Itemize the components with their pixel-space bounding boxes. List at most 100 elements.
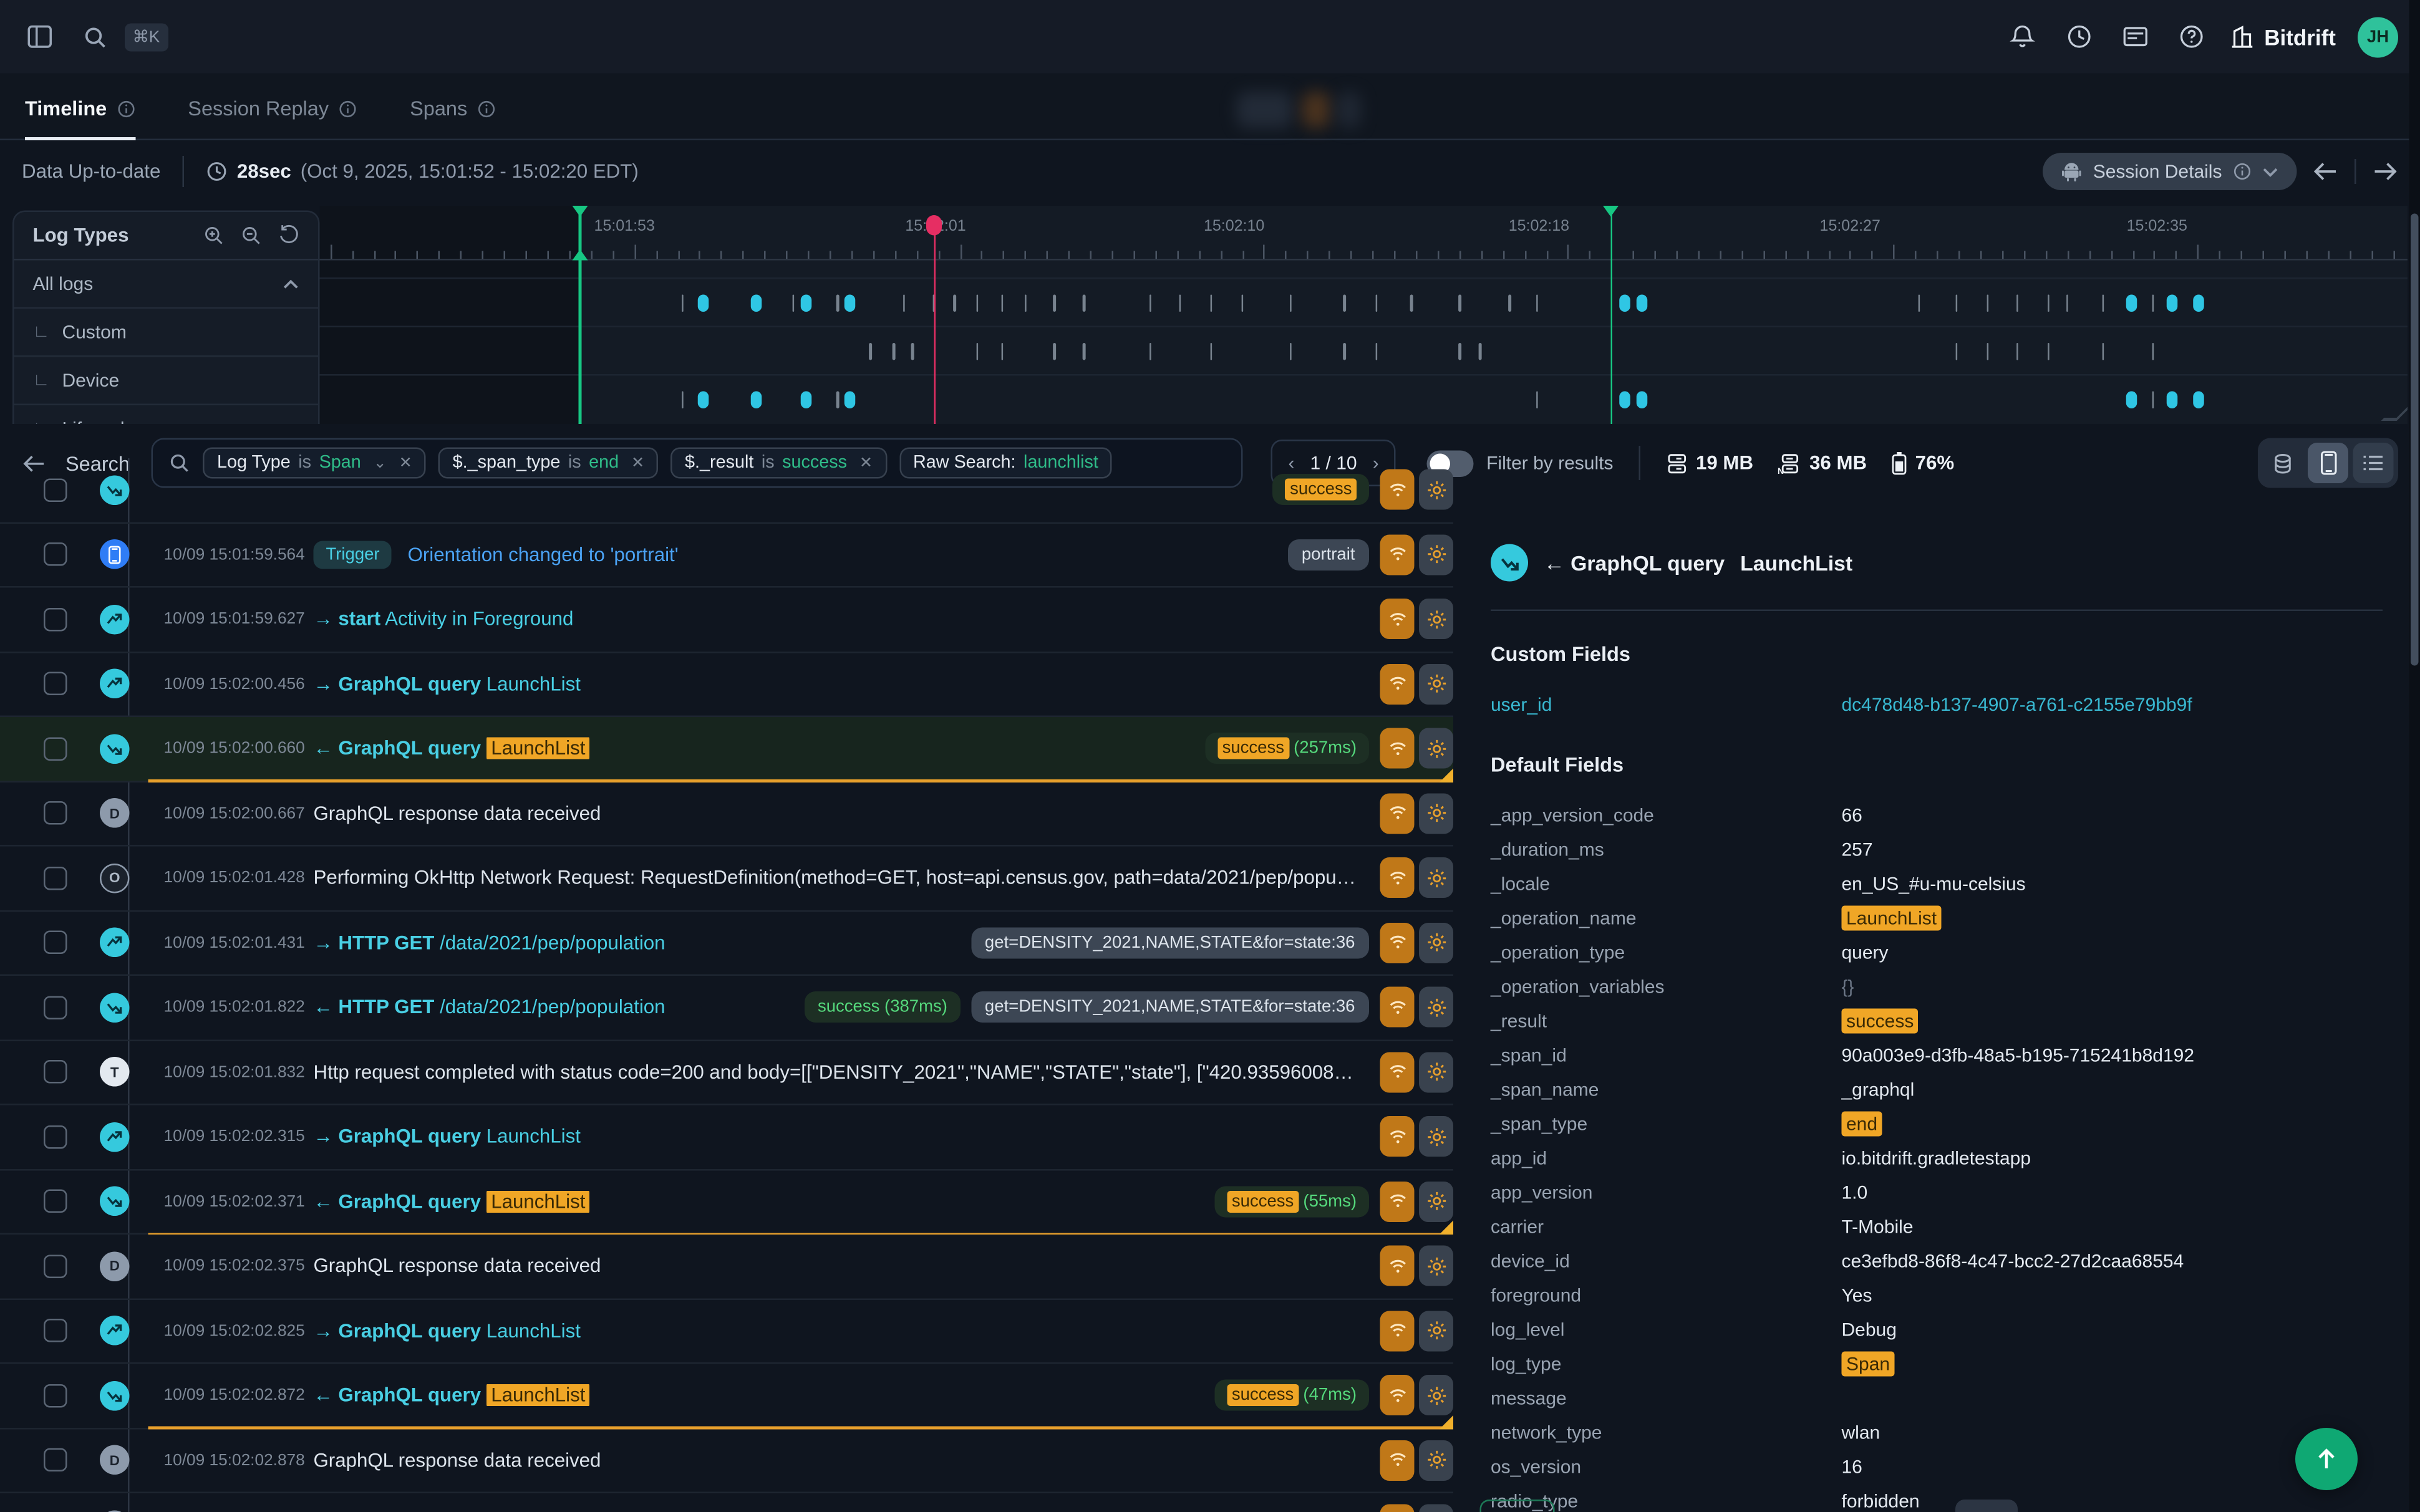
timeline-event-tick[interactable] <box>1375 295 1377 312</box>
timeline-event-tick[interactable] <box>2066 295 2068 312</box>
prev-session-arrow[interactable] <box>2313 161 2340 183</box>
log-type-item-lifecycle[interactable]: ∟Lifecycle <box>14 405 319 424</box>
row-settings-button[interactable] <box>1419 663 1453 704</box>
timeline-event-tick[interactable] <box>976 295 979 312</box>
timeline-event-tick[interactable] <box>1536 392 1538 409</box>
tab-session-replay[interactable]: Session Replay <box>188 97 357 139</box>
timeline-event-tick[interactable] <box>2152 343 2154 360</box>
detail-field-row[interactable]: _resultsuccess <box>1491 1004 2420 1038</box>
timeline-event-tick[interactable] <box>893 343 895 360</box>
row-checkbox[interactable] <box>44 1061 67 1084</box>
timeline-event-tick[interactable] <box>1987 295 1989 312</box>
timeline-event-tick[interactable] <box>2047 343 2050 360</box>
notifications-bell-icon[interactable] <box>2005 19 2040 54</box>
timeline-event-tick[interactable] <box>1955 295 1958 312</box>
timeline-canvas[interactable]: 15:01:5315:02:0115:02:1015:02:1815:02:27… <box>320 206 2408 424</box>
timeline-event-tick[interactable] <box>1001 295 1004 312</box>
timeline-event-dot[interactable] <box>1619 295 1630 312</box>
log-row[interactable]: O10/09 15:02:03.470Performing OkHttp Net… <box>0 1493 1453 1512</box>
row-settings-button[interactable] <box>1419 1052 1453 1092</box>
log-row[interactable]: success <box>0 458 1453 523</box>
row-checkbox[interactable] <box>44 478 67 502</box>
view-list-icon[interactable] <box>2353 443 2394 483</box>
timeline-event-dot[interactable] <box>1636 392 1647 409</box>
timeline-event-tick[interactable] <box>1210 343 1212 360</box>
timeline-event-tick[interactable] <box>2016 343 2018 360</box>
row-checkbox[interactable] <box>44 543 67 567</box>
timeline-event-tick[interactable] <box>2047 295 2050 312</box>
timeline-event-tick[interactable] <box>1343 343 1346 360</box>
timeline-event-tick[interactable] <box>1289 343 1292 360</box>
timeline-event-tick[interactable] <box>836 295 839 312</box>
timeline-event-tick[interactable] <box>1410 295 1413 312</box>
log-row[interactable]: D10/09 15:02:00.667GraphQL response data… <box>0 782 1453 847</box>
scrollbar-thumb[interactable] <box>2411 214 2419 666</box>
detail-field-row[interactable]: _span_name_graphql <box>1491 1072 2420 1107</box>
match-filter-button[interactable] <box>1380 1505 1415 1512</box>
timeline-event-tick[interactable] <box>682 392 684 409</box>
match-filter-button[interactable] <box>1380 793 1415 834</box>
sidebar-toggle-icon[interactable] <box>22 19 56 54</box>
next-session-arrow[interactable] <box>2372 161 2399 183</box>
detail-field-row[interactable]: log_levelDebug <box>1491 1312 2420 1347</box>
log-row[interactable]: D10/09 15:02:02.878GraphQL response data… <box>0 1428 1453 1493</box>
row-settings-button[interactable] <box>1419 922 1453 963</box>
timeline-event-dot[interactable] <box>801 295 812 312</box>
log-row[interactable]: 10/09 15:02:00.660← GraphQL query Launch… <box>0 717 1453 782</box>
row-settings-button[interactable] <box>1419 534 1453 575</box>
detail-field-row[interactable]: _app_version_code66 <box>1491 798 2420 832</box>
detail-field-row[interactable]: _operation_typequery <box>1491 935 2420 970</box>
row-checkbox[interactable] <box>44 737 67 761</box>
timeline-event-tick[interactable] <box>953 295 956 312</box>
match-filter-button[interactable] <box>1380 1311 1415 1351</box>
row-checkbox[interactable] <box>44 1319 67 1343</box>
detail-field-row[interactable]: _operation_nameLaunchList <box>1491 901 2420 935</box>
row-settings-button[interactable] <box>1419 987 1453 1028</box>
timeline-event-tick[interactable] <box>1918 295 1920 312</box>
row-settings-button[interactable] <box>1419 1181 1453 1221</box>
timeline-event-tick[interactable] <box>1053 343 1056 360</box>
timeline-event-tick[interactable] <box>1536 295 1538 312</box>
row-checkbox[interactable] <box>44 607 67 631</box>
timeline-event-tick[interactable] <box>911 343 914 360</box>
detail-field-row[interactable]: foregroundYes <box>1491 1278 2420 1312</box>
zoom-out-icon[interactable] <box>240 224 262 246</box>
timeline-event-dot[interactable] <box>2166 295 2177 312</box>
timeline-ruler[interactable] <box>320 240 2408 261</box>
timeline-event-tick[interactable] <box>1458 295 1461 312</box>
timeline-event-dot[interactable] <box>801 392 812 409</box>
playhead-marker[interactable] <box>934 218 936 424</box>
billing-card-icon[interactable] <box>2118 19 2152 54</box>
detail-field-row[interactable]: _localeen_US_#u-mu-celsius <box>1491 867 2420 901</box>
match-filter-button[interactable] <box>1380 1375 1415 1416</box>
log-row[interactable]: 10/09 15:02:01.822← HTTP GET /data/2021/… <box>0 976 1453 1041</box>
row-settings-button[interactable] <box>1419 1505 1453 1512</box>
tab-spans[interactable]: Spans <box>410 97 495 139</box>
view-data-icon[interactable] <box>2263 443 2303 483</box>
log-row[interactable]: 10/09 15:02:02.315→ GraphQL query Launch… <box>0 1105 1453 1170</box>
timeline-event-tick[interactable] <box>792 295 795 312</box>
timeline-event-dot[interactable] <box>1636 295 1647 312</box>
log-type-item-device[interactable]: ∟Device <box>14 357 319 406</box>
timeline-resize-handle[interactable] <box>2381 405 2408 421</box>
timeline-event-tick[interactable] <box>1083 295 1085 312</box>
timeline-event-tick[interactable] <box>1458 343 1461 360</box>
timeline-event-dot[interactable] <box>750 392 762 409</box>
log-row[interactable]: 10/09 15:01:59.627→ start Activity in Fo… <box>0 588 1453 653</box>
timeline-event-tick[interactable] <box>1001 343 1004 360</box>
match-filter-button[interactable] <box>1380 469 1415 510</box>
detail-field-row[interactable]: network_typewlan <box>1491 1415 2420 1450</box>
search-icon[interactable] <box>78 19 112 54</box>
log-type-item-all-logs[interactable]: All logs <box>14 261 319 309</box>
session-end-marker[interactable] <box>1610 206 1612 424</box>
row-settings-button[interactable] <box>1419 469 1453 510</box>
timeline-event-tick[interactable] <box>682 295 684 312</box>
match-filter-button[interactable] <box>1380 858 1415 898</box>
row-settings-button[interactable] <box>1419 1440 1453 1480</box>
log-row[interactable]: 10/09 15:02:02.371← GraphQL query Launch… <box>0 1170 1453 1235</box>
timeline-event-dot[interactable] <box>699 295 710 312</box>
timeline-event-dot[interactable] <box>845 295 856 312</box>
log-row[interactable]: 10/09 15:02:02.872← GraphQL query Launch… <box>0 1364 1453 1429</box>
log-row[interactable]: 10/09 15:01:59.564TriggerOrientation cha… <box>0 523 1453 588</box>
match-filter-button[interactable] <box>1380 534 1415 575</box>
